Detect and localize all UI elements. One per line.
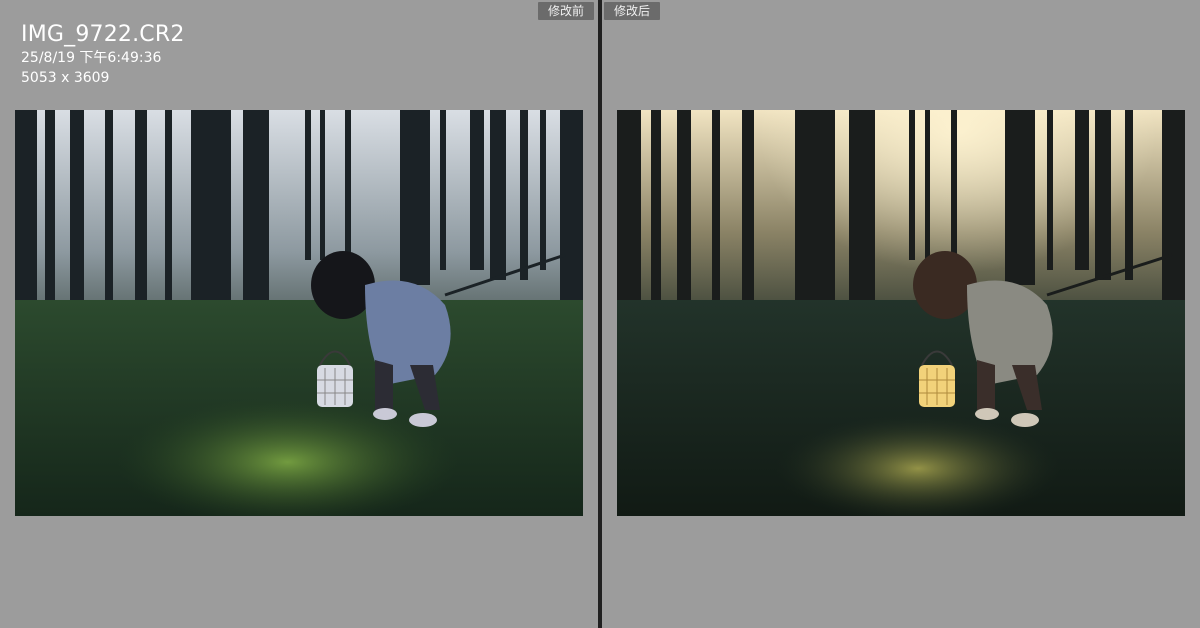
after-photo-image (617, 110, 1185, 516)
before-photo-image (15, 110, 583, 516)
before-label: 修改前 (537, 2, 594, 20)
image-info: IMG_9722.CR2 25/8/19 下午6:49:36 5053 x 36… (21, 22, 185, 88)
before-photo[interactable] (15, 110, 583, 516)
after-panel: 修改后 (602, 0, 1200, 628)
file-name: IMG_9722.CR2 (21, 22, 185, 47)
capture-datetime: 25/8/19 下午6:49:36 (21, 50, 162, 66)
image-dimensions: 5053 x 3609 (21, 70, 110, 86)
before-panel: 修改前 IMG_9722.CR2 25/8/19 下午6:49:36 5053 … (0, 0, 598, 628)
after-label: 修改后 (604, 2, 661, 20)
after-photo[interactable] (617, 110, 1185, 516)
